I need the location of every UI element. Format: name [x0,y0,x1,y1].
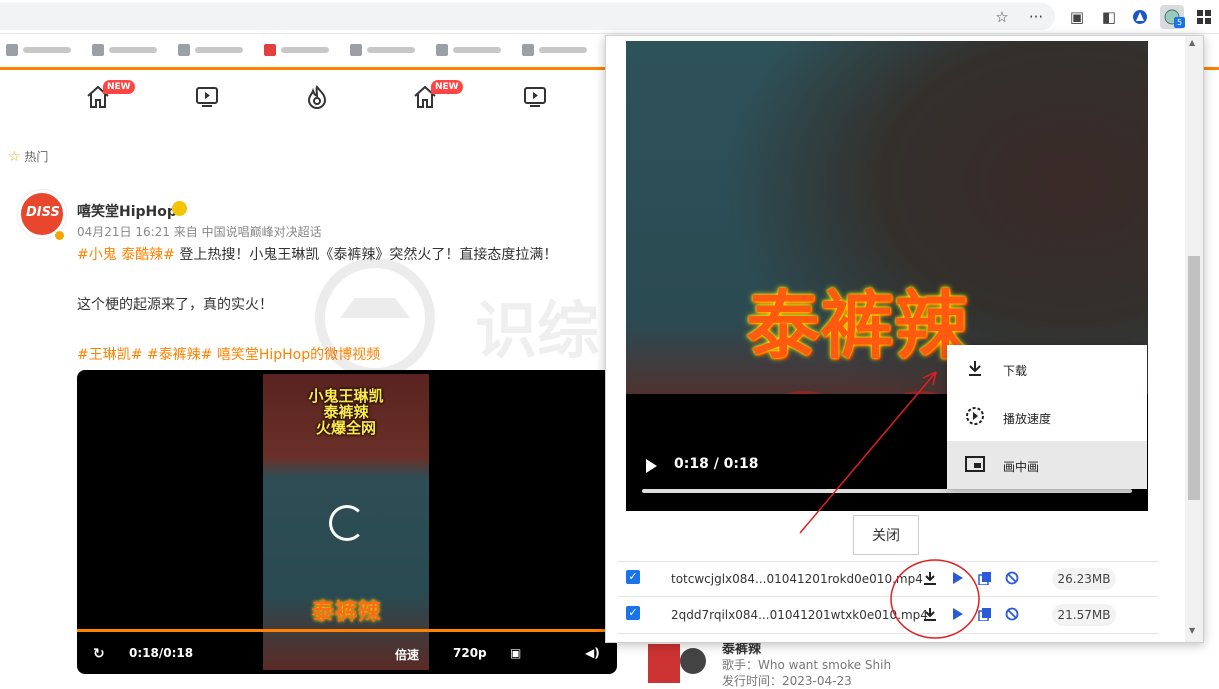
star-outline-icon: ☆ [8,149,21,165]
caption-line: 小鬼王琳凯 [308,387,384,405]
watermark-text: 识综 [475,294,600,367]
new-badge: NEW [103,80,135,94]
close-button[interactable]: 关闭 [853,515,919,555]
scrollbar-thumb[interactable] [1188,256,1200,500]
play-icon[interactable] [646,459,657,473]
more-icon[interactable]: ··· [1024,5,1048,29]
collections-icon[interactable]: ▣ [1065,5,1089,29]
replay-small-icon[interactable]: ↻ [93,646,105,662]
star-icon[interactable]: ☆ [990,5,1014,29]
brand-stripe [0,67,612,70]
extension-count-badge: 5 [1174,17,1185,28]
scroll-down-icon[interactable]: ▼ [1189,626,1195,635]
speed-button[interactable]: 倍速 [395,646,419,663]
new-badge: NEW [431,80,463,94]
brand-stripe [1203,67,1219,70]
music-date: 发行时间：2023-04-23 [722,674,852,688]
video-icon[interactable] [522,84,548,110]
pip-icon[interactable]: ▣ [510,646,521,660]
download-icon[interactable] [923,607,937,621]
post-text-line: 这个梗的起源来了，真的实火！ [77,297,273,313]
scroll-up-icon[interactable]: ▲ [1189,38,1195,47]
watermark-logo [315,258,435,378]
file-size: 21.57MB [1052,604,1116,626]
bookmark-item[interactable] [92,43,167,57]
preview-video-player[interactable]: 泰裤辣 0:18 / 0:18 下载 播放速度 画中画 [626,41,1148,511]
video-context-menu: 下载 播放速度 画中画 [947,345,1147,489]
menu-item-picture-in-picture[interactable]: 画中画 [947,441,1147,489]
video-bottom-title: 泰裤辣 [311,599,381,625]
block-icon[interactable] [1005,607,1019,621]
browser-toolbar: ☆ ··· ▣ ◧ 5 [0,0,1219,34]
copy-icon[interactable] [978,607,992,621]
music-singer: 歌手：Who want smoke Shih [722,658,892,672]
picture-in-picture-icon [965,454,985,474]
caption-line: 泰裤辣 [323,403,369,421]
emoji-icon [172,201,187,216]
preview-title: 泰裤辣 [746,283,968,369]
bookmark-item[interactable] [522,43,597,57]
menu-item-label: 下载 [1003,364,1028,378]
verified-badge-icon [53,229,66,242]
download-icon [965,358,985,378]
preview-time: 0:18 / 0:18 [674,456,759,472]
video-downloader-popup: 泰裤辣 0:18 / 0:18 下载 播放速度 画中画 关闭 ✓ totcwcj… [605,35,1204,643]
hot-fire-icon[interactable] [304,84,330,110]
quality-button[interactable]: 720p [453,646,487,660]
download-icon[interactable] [923,571,937,585]
file-checkbox[interactable]: ✓ [626,570,640,584]
file-row: ✓ totcwcjglx084...01041201rokd0e010.mp4 … [618,561,1158,597]
file-name: totcwcjglx084...01041201rokd0e010.mp4 [671,572,923,586]
post-video-player[interactable]: 小鬼王琳凯 泰裤辣 火爆全网 泰裤辣 ↻ 0:18/0:18 倍速 720p ▣… [77,370,617,674]
video-progress-bar[interactable] [77,629,617,632]
menu-item-label: 播放速度 [1003,412,1052,426]
bookmark-item[interactable] [178,43,253,57]
play-icon[interactable] [950,607,964,621]
bookmark-item[interactable] [350,43,425,57]
play-icon[interactable] [950,571,964,585]
address-bar[interactable] [0,3,1055,30]
file-size: 26.23MB [1052,568,1116,590]
hot-section-label: ☆ 热门 [8,148,48,165]
volume-icon[interactable]: ◀) [585,646,600,660]
extension-icon[interactable]: ◧ [1097,5,1121,29]
menu-item-download[interactable]: 下载 [947,345,1147,393]
file-name: 2qdd7rqilx084...01041201wtxk0e010.mp4 [671,608,928,622]
preview-progress-bar[interactable] [642,489,1132,493]
bookmark-item[interactable] [264,43,339,57]
playback-speed-icon [965,406,985,426]
video-time: 0:18/0:18 [129,646,194,660]
post-username[interactable]: 嘻笑堂HipHop [77,201,177,221]
replay-icon[interactable] [329,505,365,541]
video-icon[interactable] [194,84,220,110]
video-controls: ↻ 0:18/0:18 倍速 720p ▣ ◀) [77,636,617,674]
menu-item-playback-speed[interactable]: 播放速度 [947,393,1147,441]
post-meta: 04月21日 16:21 来自 中国说唱巅峰对决超话 [77,225,322,239]
caption-line: 火爆全网 [315,419,376,437]
block-icon[interactable] [1005,571,1019,585]
bookmarks-bar [0,34,605,66]
play-icon[interactable] [680,648,706,674]
blue-shape-icon[interactable] [1128,5,1152,29]
music-card[interactable]: 泰裤辣 歌手：Who want smoke Shih 发行时间：2023-04-… [648,636,928,688]
file-row: ✓ 2qdd7rqilx084...01041201wtxk0e010.mp4 … [618,598,1158,634]
album-cover [648,644,680,683]
apps-grid-icon[interactable] [1192,5,1216,29]
avatar-logo-text: DISS [26,205,60,220]
copy-icon[interactable] [978,571,992,585]
menu-item-label: 画中画 [1003,460,1040,474]
active-extension-icon[interactable]: 5 [1160,5,1185,29]
bookmark-item[interactable] [436,43,511,57]
hashtag-link[interactable]: #小鬼 泰酷辣# [77,247,175,263]
video-caption: 小鬼王琳凯 泰裤辣 火爆全网 [263,388,429,436]
hot-label: 热门 [24,150,49,164]
file-checkbox[interactable]: ✓ [626,606,640,620]
bookmark-item[interactable] [6,43,81,57]
